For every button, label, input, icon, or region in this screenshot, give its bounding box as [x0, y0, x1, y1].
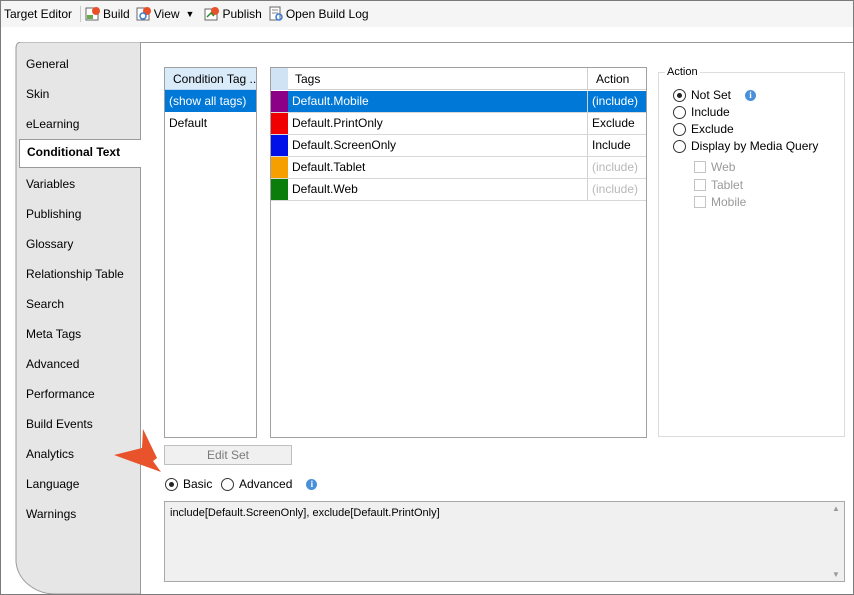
- checkbox-web-label: Web: [711, 160, 736, 174]
- sidebar-item-glossary[interactable]: Glossary: [26, 235, 73, 253]
- info-icon: i: [306, 478, 318, 490]
- view-icon: [136, 7, 151, 21]
- radio-advanced[interactable]: Advanced i: [221, 477, 318, 491]
- condition-tag-sets-list[interactable]: Condition Tag ... (show all tags) Defaul…: [164, 67, 257, 438]
- tag-action[interactable]: (include): [587, 179, 646, 200]
- radio-exclude[interactable]: Exclude: [673, 122, 734, 136]
- tag-action[interactable]: Include: [587, 135, 646, 156]
- toolbar-divider: [80, 6, 82, 22]
- window-title: Target Editor: [4, 7, 73, 21]
- tag-action[interactable]: Exclude: [587, 113, 646, 134]
- tag-name: Default.PrintOnly: [292, 116, 383, 130]
- sidebar-item-conditional-text-label: Conditional Text: [27, 145, 121, 159]
- radio-circle[interactable]: [165, 477, 178, 491]
- publish-icon: [204, 7, 220, 21]
- radio-circle[interactable]: [221, 477, 234, 491]
- radio-include-label: Include: [691, 105, 730, 119]
- checkbox-tablet[interactable]: Tablet: [694, 178, 743, 192]
- tag-action[interactable]: (include): [587, 157, 646, 178]
- sidebar-item-language[interactable]: Language: [26, 475, 79, 493]
- view-label: View: [153, 7, 180, 21]
- color-column-header[interactable]: [271, 68, 288, 90]
- tag-color-swatch: [271, 179, 288, 200]
- edit-set-button[interactable]: Edit Set: [164, 445, 292, 465]
- radio-circle[interactable]: [673, 122, 686, 136]
- sidebar-item-performance[interactable]: Performance: [26, 385, 95, 403]
- radio-display-by-media-query[interactable]: Display by Media Query: [673, 139, 818, 153]
- view-dropdown-icon[interactable]: ▼: [186, 9, 195, 19]
- build-log-icon: [269, 6, 283, 21]
- radio-include[interactable]: Include: [673, 105, 730, 119]
- sidebar-item-general[interactable]: General: [26, 55, 69, 73]
- view-button[interactable]: View ▼: [136, 6, 199, 22]
- checkbox-box[interactable]: [694, 161, 706, 173]
- radio-not-set[interactable]: Not Set i: [673, 88, 757, 102]
- tag-row-tablet[interactable]: Default.Tablet (include): [271, 157, 646, 179]
- tag-row-web[interactable]: Default.Web (include): [271, 179, 646, 201]
- sidebar-item-search[interactable]: Search: [26, 295, 64, 313]
- condition-expression-text: include[Default.ScreenOnly], exclude[Def…: [170, 507, 440, 519]
- sidebar-item-publishing[interactable]: Publishing: [26, 205, 81, 223]
- radio-circle[interactable]: [673, 139, 686, 153]
- scroll-down-icon[interactable]: ▼: [832, 570, 840, 579]
- radio-basic-label: Basic: [183, 477, 213, 491]
- tag-color-swatch: [271, 91, 288, 112]
- sidebar-item-relationship-table[interactable]: Relationship Table: [26, 265, 124, 283]
- checkbox-web[interactable]: Web: [694, 160, 735, 174]
- sidebar-item-elearning[interactable]: eLearning: [26, 115, 79, 133]
- open-build-log-label: Open Build Log: [285, 7, 369, 21]
- tag-row-printonly[interactable]: Default.PrintOnly Exclude: [271, 113, 646, 135]
- publish-label: Publish: [222, 7, 262, 21]
- tag-name: Default.Mobile: [288, 91, 587, 112]
- checkbox-mobile-label: Mobile: [711, 195, 747, 209]
- radio-exclude-label: Exclude: [691, 122, 734, 136]
- sidebar-item-build-events[interactable]: Build Events: [26, 415, 93, 433]
- tags-table: Tags Action Default.Mobile (include) Def…: [270, 67, 647, 438]
- checkbox-box[interactable]: [694, 179, 706, 191]
- publish-button[interactable]: Publish: [204, 6, 262, 22]
- tag-row-screenonly[interactable]: Default.ScreenOnly Include: [271, 135, 646, 157]
- sidebar-item-warnings[interactable]: Warnings: [26, 505, 76, 523]
- tag-name: Default.ScreenOnly: [292, 138, 397, 152]
- radio-circle[interactable]: [673, 88, 686, 102]
- tag-color-swatch: [271, 113, 288, 134]
- tag-color-swatch: [271, 157, 288, 178]
- radio-basic[interactable]: Basic: [165, 477, 212, 491]
- tags-column-header[interactable]: Tags: [295, 72, 320, 86]
- build-label: Build: [103, 7, 130, 21]
- tag-color-swatch: [271, 135, 288, 156]
- checkbox-box[interactable]: [694, 196, 706, 208]
- sidebar-item-meta-tags[interactable]: Meta Tags: [26, 325, 81, 343]
- radio-advanced-label: Advanced: [239, 477, 293, 491]
- build-button[interactable]: Build: [85, 6, 130, 22]
- action-column-header[interactable]: Action: [587, 68, 646, 90]
- sidebar-item-conditional-text[interactable]: Conditional Text: [19, 139, 141, 168]
- sidebar-item-variables[interactable]: Variables: [26, 175, 75, 193]
- sets-row-show-all[interactable]: (show all tags): [165, 90, 256, 112]
- sets-row-default[interactable]: Default: [165, 112, 256, 134]
- scroll-up-icon[interactable]: ▲: [832, 504, 840, 513]
- vertical-scrollbar[interactable]: ▲ ▼: [829, 502, 844, 581]
- sidebar-item-skin[interactable]: Skin: [26, 85, 49, 103]
- tag-name: Default.Tablet: [292, 160, 366, 174]
- tag-name: Default.Web: [292, 182, 358, 196]
- tag-action[interactable]: (include): [587, 91, 646, 112]
- checkbox-tablet-label: Tablet: [711, 178, 744, 192]
- sidebar-item-analytics[interactable]: Analytics: [26, 445, 74, 463]
- info-icon: i: [745, 89, 757, 101]
- condition-expression-textbox[interactable]: include[Default.ScreenOnly], exclude[Def…: [164, 501, 845, 582]
- toolbar: Target Editor Build View ▼ Publish Open …: [1, 1, 853, 27]
- build-icon: [85, 7, 101, 21]
- sets-column-header[interactable]: Condition Tag ...: [165, 68, 256, 90]
- action-group-legend: Action: [665, 66, 700, 78]
- radio-not-set-label: Not Set: [691, 88, 732, 102]
- callout-arrow-icon: [114, 429, 161, 472]
- open-build-log-button[interactable]: Open Build Log: [268, 6, 369, 22]
- checkbox-mobile[interactable]: Mobile: [694, 195, 746, 209]
- radio-circle[interactable]: [673, 105, 686, 119]
- tag-row-mobile[interactable]: Default.Mobile (include): [271, 91, 646, 113]
- sidebar-item-advanced[interactable]: Advanced: [26, 355, 79, 373]
- tags-table-header: Tags Action: [271, 68, 646, 90]
- radio-display-by-media-query-label: Display by Media Query: [691, 139, 819, 153]
